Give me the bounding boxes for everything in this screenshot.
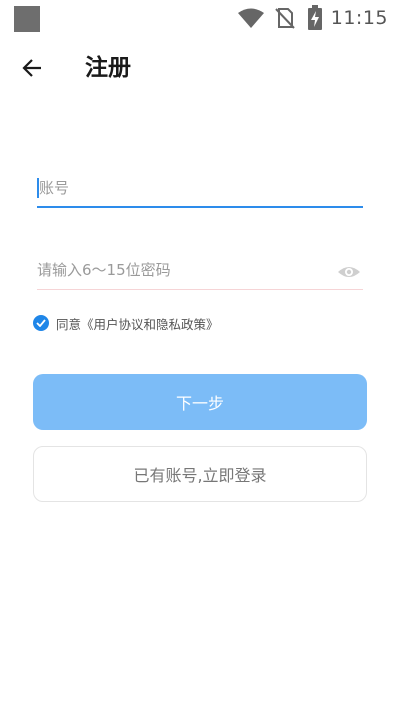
toolbar: 注册 [0,44,400,92]
app-notification-icon [14,6,40,32]
password-underline [37,289,363,290]
account-field [37,170,365,208]
status-time: 11:15 [330,7,388,29]
password-visibility-toggle[interactable] [337,263,361,281]
status-bar: 11:15 [0,0,400,36]
agreement-row: 同意《用户协议和隐私政策》 [33,313,219,333]
account-input[interactable] [37,170,365,206]
next-button[interactable]: 下一步 [33,374,367,430]
agreement-link[interactable]: 《用户协议和隐私政策》 [81,317,219,332]
login-button[interactable]: 已有账号,立即登录 [33,446,367,502]
text-cursor [37,178,39,198]
agreement-checkbox[interactable] [33,315,49,331]
agreement-prefix: 同意 [56,316,82,332]
no-sim-icon [275,8,295,29]
battery-charging-icon [307,5,322,30]
wifi-icon [237,8,264,28]
checkmark-icon [36,319,46,327]
password-input[interactable] [37,253,327,287]
status-icons: 11:15 [237,4,388,32]
password-field [37,253,363,290]
agreement-text: 同意《用户协议和隐私政策》 [56,314,219,333]
arrow-left-icon [22,59,41,77]
page-title: 注册 [85,55,131,81]
account-underline [37,206,363,208]
back-button[interactable] [16,52,48,84]
eye-icon [338,267,360,277]
